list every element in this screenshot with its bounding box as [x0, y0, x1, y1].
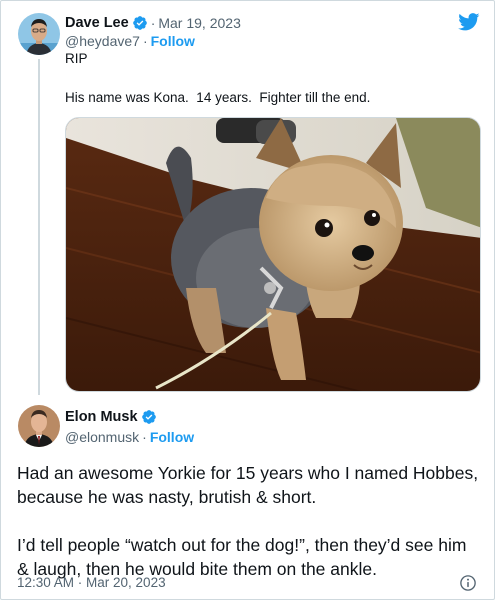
tweet-timestamp[interactable]: 12:30 AM · Mar 20, 2023	[17, 575, 166, 590]
separator-dot: ·	[142, 33, 148, 49]
verified-badge-icon	[141, 410, 156, 424]
reply-paragraph: I’d tell people “watch out for the dog!”…	[17, 535, 467, 579]
follow-button[interactable]: Follow	[150, 429, 194, 445]
handle[interactable]: @elonmusk	[65, 429, 139, 445]
tweet-card: Dave Lee · Mar 19, 2023 @heydave7 · Foll…	[0, 0, 495, 600]
tweet-text: RIP	[65, 51, 88, 66]
avatar-elon-musk[interactable]	[18, 405, 60, 447]
reply-tweet-text: Had an awesome Yorkie for 15 years who I…	[17, 461, 479, 581]
reply-paragraph: Had an awesome Yorkie for 15 years who I…	[17, 463, 479, 507]
verified-badge-icon	[132, 16, 147, 30]
original-handle-row: @heydave7 · Follow	[65, 33, 195, 49]
separator-dot: ·	[150, 15, 156, 31]
tweet-date[interactable]: Mar 19, 2023	[158, 15, 241, 31]
separator-dot: ·	[142, 429, 147, 445]
follow-button[interactable]: Follow	[151, 33, 195, 49]
thread-connector-line	[38, 59, 40, 395]
avatar-dave-lee[interactable]	[18, 13, 60, 55]
display-name[interactable]: Elon Musk	[65, 409, 138, 425]
handle[interactable]: @heydave7	[65, 33, 140, 49]
display-name[interactable]: Dave Lee	[65, 15, 129, 31]
yorkie-photo[interactable]	[65, 117, 481, 392]
twitter-bird-icon[interactable]	[458, 13, 480, 31]
quoted-tweet-text: His name was Kona. 14 years. Fighter til…	[65, 90, 371, 105]
reply-handle-row: @elonmusk · Follow	[65, 429, 194, 445]
info-icon[interactable]	[459, 574, 477, 592]
original-tweet-header: Dave Lee · Mar 19, 2023	[65, 15, 241, 31]
reply-tweet-header: Elon Musk	[65, 409, 157, 425]
